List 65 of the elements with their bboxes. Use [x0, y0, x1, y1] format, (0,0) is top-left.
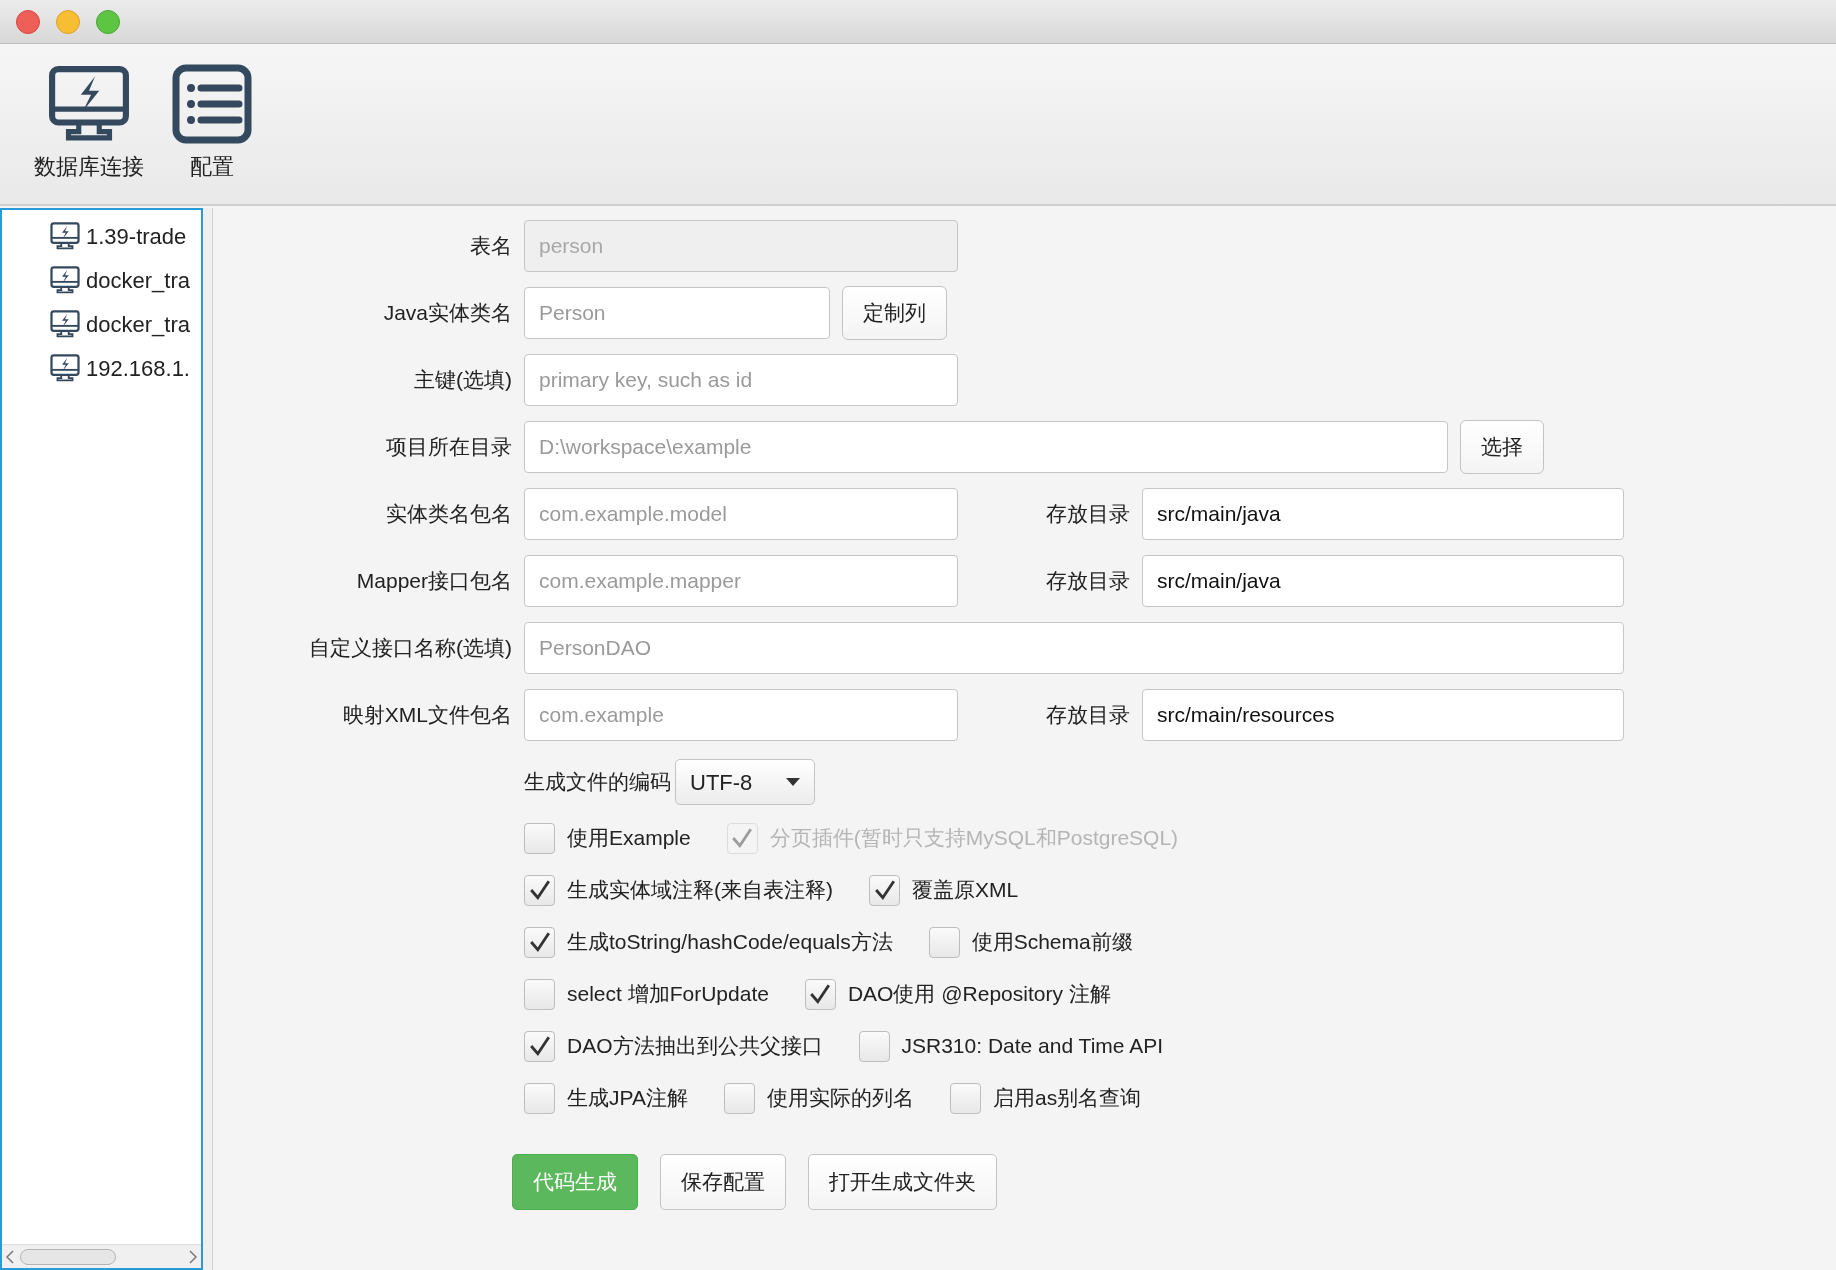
field-label: 主键(选填): [413, 366, 512, 393]
button[interactable]: 保存配置: [660, 1154, 786, 1210]
button[interactable]: 选择: [1460, 419, 1544, 474]
field-label: 存放目录: [1045, 567, 1130, 594]
checkmark-icon: [528, 1035, 551, 1057]
field-label: 存放目录: [1045, 701, 1130, 728]
monitor-bolt-icon: [50, 265, 80, 295]
field-label: 存放目录: [1045, 500, 1130, 527]
toolbar-button[interactable]: 数据库连接: [30, 64, 148, 183]
checkbox-option[interactable]: 使用Example: [524, 822, 691, 854]
input-field[interactable]: com.example.mapper: [524, 554, 958, 607]
splitter[interactable]: [203, 208, 213, 1270]
scrollbar-thumb[interactable]: [20, 1248, 116, 1265]
monitor-bolt-icon: [50, 309, 80, 339]
input-field[interactable]: Person: [524, 286, 830, 339]
checkbox-option[interactable]: 覆盖原XML: [869, 874, 1019, 906]
monitor-bolt-icon: [50, 221, 80, 251]
input-field[interactable]: com.example.model: [524, 487, 958, 540]
field-label: Mapper接口包名: [355, 567, 512, 594]
field-label: 生成文件的编码: [524, 769, 671, 796]
connection-item[interactable]: 1.39-trade: [86, 219, 187, 253]
toolbar-button[interactable]: 配置: [168, 64, 256, 183]
checkmark-icon: [809, 983, 832, 1005]
input-field[interactable]: com.example: [524, 688, 958, 741]
checkbox-option[interactable]: 使用实际的列名: [723, 1082, 914, 1114]
checkbox-option[interactable]: 使用Schema前缀: [928, 926, 1133, 958]
field-label: 映射XML文件包名: [341, 701, 512, 728]
maximize-button[interactable]: [96, 9, 120, 34]
horizontal-scrollbar[interactable]: [2, 1244, 201, 1268]
checkbox-option[interactable]: DAO方法抽出到公共父接口: [524, 1030, 823, 1062]
input-field[interactable]: src/main/java: [1142, 487, 1624, 540]
connection-item[interactable]: docker_tra: [86, 263, 190, 297]
close-button[interactable]: [16, 9, 40, 34]
caret-icon: [786, 778, 800, 786]
connection-item[interactable]: 192.168.1.: [86, 351, 190, 385]
input-field[interactable]: PersonDAO: [524, 621, 1624, 674]
field-label: 自定义接口名称(选填): [308, 634, 512, 661]
button[interactable]: 打开生成文件夹: [808, 1154, 997, 1210]
monitor-bolt-icon: [50, 353, 80, 383]
field-label: 表名: [469, 232, 512, 259]
checkmark-icon: [873, 879, 896, 901]
checkbox-option[interactable]: select 增加ForUpdate: [524, 978, 769, 1010]
field-label: 实体类名包名: [385, 500, 512, 527]
scroll-right-icon[interactable]: [189, 1249, 197, 1264]
checkmark-icon: [528, 931, 551, 953]
button[interactable]: 定制列: [842, 285, 947, 340]
field-label: Java实体类名: [382, 299, 512, 326]
checkbox-option[interactable]: 生成toString/hashCode/equals方法: [524, 926, 893, 958]
input-field[interactable]: D:\workspace\example: [524, 420, 1448, 473]
connection-item[interactable]: docker_tra: [86, 307, 190, 341]
scroll-left-icon[interactable]: [6, 1249, 14, 1264]
checkbox-option[interactable]: 生成实体域注释(来自表注释): [524, 874, 833, 906]
list-icon: [172, 64, 252, 144]
minimize-button[interactable]: [56, 9, 80, 34]
checkbox-option[interactable]: DAO使用 @Repository 注解: [804, 978, 1111, 1010]
encoding-dropdown[interactable]: UTF-8: [675, 759, 815, 805]
checkbox-option[interactable]: 启用as别名查询: [949, 1082, 1142, 1114]
checkmark-icon: [731, 827, 754, 849]
input-field[interactable]: src/main/java: [1142, 554, 1624, 607]
checkmark-icon: [528, 879, 551, 901]
checkbox-option[interactable]: JSR310: Date and Time API: [858, 1030, 1163, 1062]
field-label: 项目所在目录: [385, 433, 512, 460]
input-field[interactable]: src/main/resources: [1142, 688, 1624, 741]
input-field[interactable]: primary key, such as id: [524, 353, 958, 406]
checkbox-option[interactable]: 生成JPA注解: [524, 1082, 688, 1114]
